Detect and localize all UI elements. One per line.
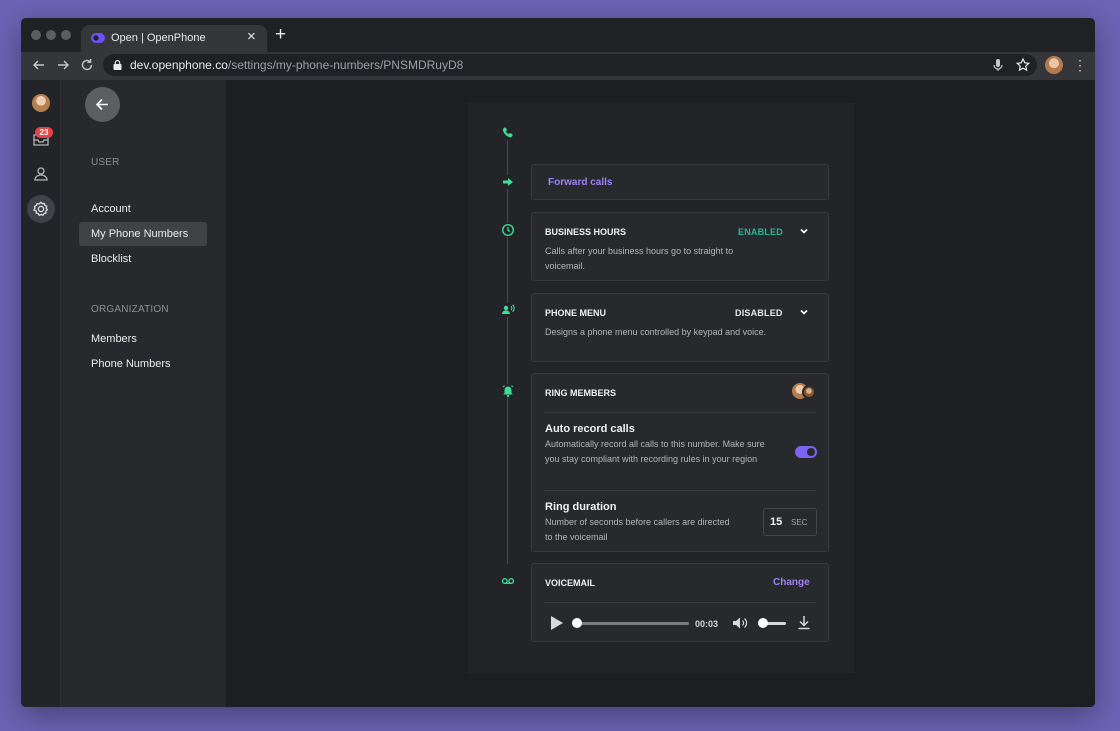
inbox-unread-badge: 23 [35,127,53,138]
chevron-down-icon[interactable] [799,226,809,236]
url-text: dev.openphone.co/settings/my-phone-numbe… [130,58,464,72]
browser-toolbar: dev.openphone.co/settings/my-phone-numbe… [21,52,1095,80]
tab-strip: Open | OpenPhone × + [21,18,1095,52]
ring-members-card: RING MEMBERS Auto record calls Automatic… [531,373,829,552]
ring-duration-value: 15 [770,516,783,528]
ring-duration-input[interactable]: 15 SEC [763,508,817,536]
settings-sidebar: USER Account My Phone Numbers Blocklist … [61,80,226,707]
openphone-app: 23 USER Account My Phone Numbers Blockli… [21,80,1095,707]
forward-arrow-icon [501,175,515,189]
sidebar-item-members[interactable]: Members [79,327,207,351]
business-hours-card: BUSINESS HOURS ENABLED Calls after your … [531,212,829,281]
ring-members-title: RING MEMBERS [545,388,617,398]
section-label-organization: ORGANIZATION [91,304,169,315]
volume-icon[interactable] [732,616,748,630]
phone-icon [501,126,515,140]
arrow-left-icon [95,98,108,111]
forward-arrow-icon[interactable] [53,55,73,75]
ring-duration-description: Number of seconds before callers are dir… [545,517,730,542]
business-hours-title: BUSINESS HOURS [545,227,627,237]
business-hours-status: ENABLED [738,227,783,237]
browser-tab[interactable]: Open | OpenPhone × [81,25,267,52]
volume-slider-handle[interactable] [758,618,768,628]
microphone-icon[interactable] [990,57,1006,73]
gear-icon[interactable] [31,199,51,219]
voice-menu-icon [501,303,515,317]
play-icon[interactable] [550,615,564,631]
browser-profile-avatar[interactable] [1045,56,1063,74]
new-tab-button[interactable]: + [275,25,286,45]
phone-menu-description: Designs a phone menu controlled by keypa… [545,327,767,337]
back-arrow-icon[interactable] [29,55,49,75]
browser-window: Open | OpenPhone × + dev.openphone.co/se… [21,18,1095,707]
sidebar-item-account[interactable]: Account [79,197,207,221]
sidebar-item-phone-numbers[interactable]: Phone Numbers [79,352,207,376]
bookmark-star-icon[interactable] [1015,57,1031,73]
section-label-user: USER [91,157,120,168]
reload-icon[interactable] [77,55,97,75]
auto-record-title: Auto record calls [545,423,635,435]
phone-menu-status: DISABLED [735,308,783,318]
forward-calls-link[interactable]: Forward calls [548,177,612,188]
clock-icon [501,223,515,237]
member-avatar[interactable] [802,385,816,399]
flow-timeline [507,139,508,564]
openphone-logo-icon [91,33,105,43]
address-bar[interactable]: dev.openphone.co/settings/my-phone-numbe… [103,54,1037,76]
back-button[interactable] [85,87,120,122]
ring-duration-unit: SEC [791,518,808,527]
divider [544,602,816,603]
business-hours-description: Calls after your business hours go to st… [545,246,734,271]
auto-record-toggle[interactable] [795,446,817,458]
window-zoom-button[interactable] [61,30,71,40]
tab-close-icon[interactable]: × [247,29,256,45]
phone-menu-card: PHONE MENU DISABLED Designs a phone menu… [531,293,829,362]
lock-icon [113,60,122,70]
auto-record-description: Automatically record all calls to this n… [545,439,765,464]
browser-menu-icon[interactable]: ⋮ [1073,55,1087,75]
voicemail-icon [501,574,515,588]
chevron-down-icon[interactable] [799,307,809,317]
voicemail-change-link[interactable]: Change [773,577,810,588]
audio-progress-track[interactable] [577,622,689,625]
divider [544,412,816,413]
window-close-button[interactable] [31,30,41,40]
main-content: Forward calls BUSINESS HOURS ENABLED Cal… [226,80,1095,707]
forward-calls-card[interactable]: Forward calls [531,164,829,200]
audio-time: 00:03 [695,619,719,629]
voicemail-title: VOICEMAIL [545,578,596,588]
sidebar-item-my-phone-numbers[interactable]: My Phone Numbers [79,222,207,246]
download-icon[interactable] [797,615,811,630]
alarm-bell-icon [501,384,515,398]
sidebar-item-blocklist[interactable]: Blocklist [79,247,207,271]
ring-duration-title: Ring duration [545,501,617,513]
left-rail: 23 [21,80,61,707]
voicemail-card: VOICEMAIL Change 00:03 [531,563,829,642]
tab-title: Open | OpenPhone [111,32,206,44]
window-minimize-button[interactable] [46,30,56,40]
audio-progress-handle[interactable] [572,618,582,628]
phone-menu-title: PHONE MENU [545,308,607,318]
contacts-icon[interactable] [31,164,51,184]
call-flow-panel: Forward calls BUSINESS HOURS ENABLED Cal… [468,103,854,673]
divider [544,490,816,491]
user-avatar[interactable] [32,94,50,112]
